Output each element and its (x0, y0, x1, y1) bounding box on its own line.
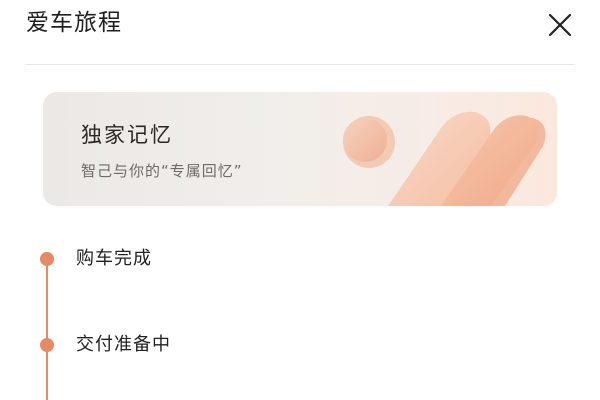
close-icon (548, 13, 572, 37)
timeline-item-purchase-complete: 购车完成 (40, 246, 340, 272)
exclusive-memory-card[interactable]: 独家记忆 智己与你的“专属回忆” (43, 92, 557, 206)
timeline-line (46, 258, 48, 400)
header: 爱车旅程 (0, 0, 600, 66)
journey-page: 爱车旅程 独家记忆 智己与你的“专属回忆” 购车完成 交付准备中 (0, 0, 600, 400)
timeline-dot (40, 252, 54, 266)
header-divider (26, 64, 574, 65)
memory-card-title: 独家记忆 (81, 123, 173, 147)
timeline-item-delivery-preparing: 交付准备中 (40, 332, 340, 358)
close-button[interactable] (545, 10, 575, 40)
rounded-stripes-graphic (343, 111, 546, 206)
timeline-item-label: 购车完成 (76, 248, 152, 269)
memory-card-subtitle: 智己与你的“专属回忆” (81, 162, 243, 180)
timeline-item-label: 交付准备中 (76, 334, 171, 355)
page-title: 爱车旅程 (26, 10, 122, 36)
timeline-dot (40, 338, 54, 352)
